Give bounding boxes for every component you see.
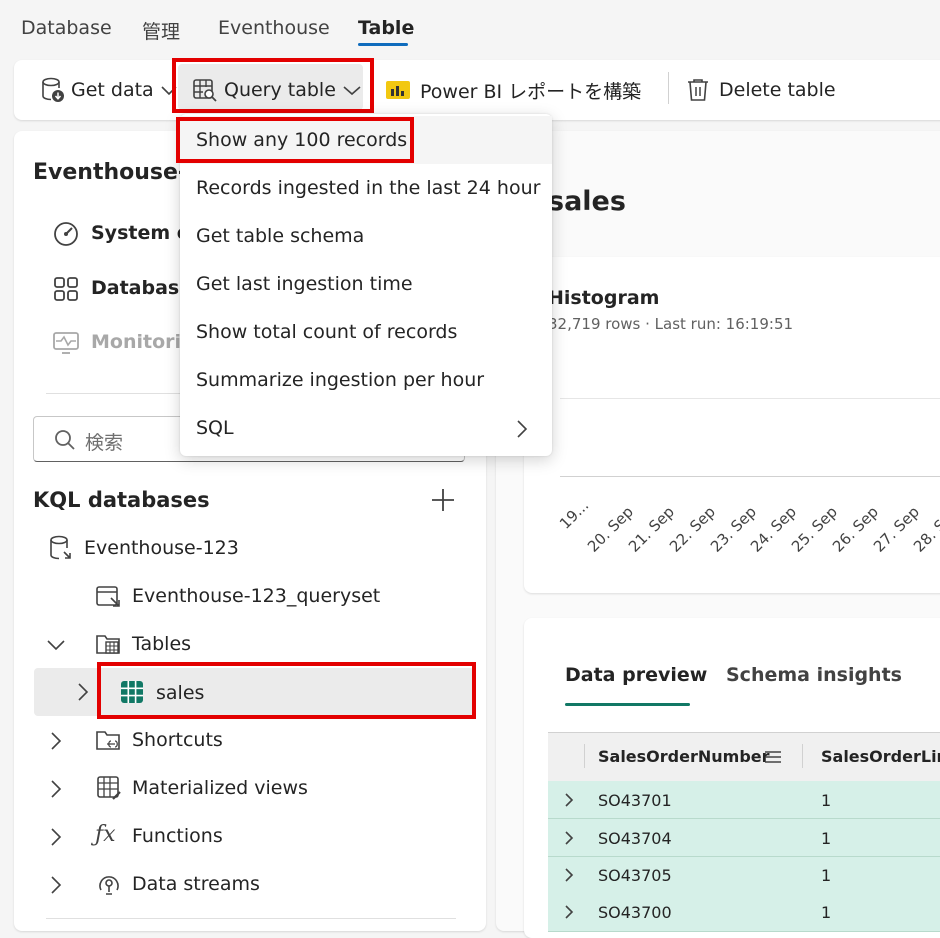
database-label: Eventhouse-123 bbox=[84, 537, 239, 559]
search-placeholder: 検索 bbox=[85, 432, 124, 454]
toolbar-divider bbox=[668, 72, 669, 104]
table-title: sales bbox=[548, 186, 626, 217]
chevron-right-icon[interactable] bbox=[562, 792, 576, 808]
menu-item-label: Get last ingestion time bbox=[196, 273, 413, 295]
histogram-gridline bbox=[560, 398, 940, 399]
tree-item-sales-selected[interactable] bbox=[34, 668, 474, 716]
cell-order-number: SO43705 bbox=[598, 866, 672, 885]
chevron-right-icon[interactable] bbox=[45, 730, 67, 752]
get-data-button[interactable]: Get data bbox=[40, 60, 178, 120]
tables-label: Tables bbox=[132, 633, 192, 655]
delete-table-button[interactable]: Delete table bbox=[685, 60, 836, 120]
top-nav: Database 管理 Eventhouse Table bbox=[0, 0, 940, 52]
data-streams-label: Data streams bbox=[132, 873, 260, 895]
trash-icon bbox=[688, 79, 708, 101]
menu-item-last-ingestion-time[interactable]: Get last ingestion time bbox=[180, 260, 552, 308]
cell-order-number: SO43701 bbox=[598, 791, 672, 810]
chevron-right-icon[interactable] bbox=[562, 867, 576, 883]
chevron-right-icon[interactable] bbox=[72, 681, 94, 703]
divider bbox=[46, 918, 456, 919]
cell-order-line: 1 bbox=[821, 791, 832, 810]
folder-link-icon bbox=[96, 731, 120, 750]
chevron-right-icon[interactable] bbox=[45, 874, 67, 896]
menu-item-records-last-24h[interactable]: Records ingested in the last 24 hour bbox=[180, 164, 552, 212]
tab-manage[interactable]: 管理 bbox=[142, 17, 180, 44]
column-header-sales-order-line[interactable]: SalesOrderLine bbox=[821, 747, 940, 766]
queryset-icon bbox=[96, 586, 120, 607]
data-preview-tab-indicator bbox=[565, 703, 690, 706]
sales-table-label: sales bbox=[156, 682, 205, 704]
tab-data-preview[interactable]: Data preview bbox=[565, 664, 707, 686]
tab-eventhouse[interactable]: Eventhouse bbox=[218, 17, 330, 39]
menu-item-total-count[interactable]: Show total count of records bbox=[180, 308, 552, 356]
table-search-icon bbox=[193, 79, 217, 102]
menu-item-label: Show any 100 records bbox=[196, 129, 408, 151]
query-table-menu: Show any 100 records Records ingested in… bbox=[180, 114, 552, 456]
data-stream-icon bbox=[99, 876, 119, 895]
active-tab-indicator bbox=[358, 43, 408, 46]
cell-order-line: 1 bbox=[821, 866, 832, 885]
menu-item-get-table-schema[interactable]: Get table schema bbox=[180, 212, 552, 260]
database-icon bbox=[50, 535, 71, 560]
chevron-down-icon[interactable] bbox=[45, 634, 67, 656]
tab-database[interactable]: Database bbox=[21, 17, 112, 39]
cell-order-number: SO43700 bbox=[598, 903, 672, 922]
chevron-down-icon bbox=[343, 86, 361, 96]
shortcuts-label: Shortcuts bbox=[132, 729, 223, 751]
query-table-button[interactable]: Query table bbox=[192, 60, 362, 120]
eventhouse-title: Eventhouse-1 bbox=[33, 160, 203, 185]
kql-databases-heading: KQL databases bbox=[33, 488, 210, 512]
tab-schema-insights[interactable]: Schema insights bbox=[726, 664, 902, 686]
menu-item-label: Summarize ingestion per hour bbox=[196, 369, 485, 391]
monitoring-label: Monitorir bbox=[91, 331, 191, 353]
cell-order-number: SO43704 bbox=[598, 829, 672, 848]
chevron-right-icon[interactable] bbox=[45, 778, 67, 800]
chevron-right-icon[interactable] bbox=[562, 904, 576, 920]
grid-header-divider bbox=[584, 744, 585, 768]
menu-item-show-100-records[interactable]: Show any 100 records bbox=[180, 116, 552, 164]
function-icon: ƒx bbox=[95, 822, 116, 847]
grid-icon bbox=[54, 277, 78, 301]
menu-item-label: SQL bbox=[196, 417, 234, 439]
power-bi-button[interactable]: Power BI レポートを構築 bbox=[384, 60, 641, 120]
queryset-label: Eventhouse-123_queryset bbox=[132, 585, 381, 607]
cell-order-line: 1 bbox=[821, 903, 832, 922]
column-header-sales-order-number[interactable]: SalesOrderNumber bbox=[598, 747, 770, 766]
add-icon[interactable] bbox=[430, 487, 456, 513]
histogram-title: Histogram bbox=[548, 287, 660, 309]
chevron-right-icon[interactable] bbox=[45, 826, 67, 848]
database-download-icon bbox=[42, 77, 64, 102]
power-bi-icon bbox=[386, 81, 410, 99]
menu-item-label: Show total count of records bbox=[196, 321, 458, 343]
menu-item-sql[interactable]: SQL bbox=[180, 404, 552, 452]
menu-item-label: Records ingested in the last 24 hour bbox=[196, 177, 541, 199]
tab-table[interactable]: Table bbox=[358, 17, 414, 39]
database-overview-label: Database bbox=[91, 277, 193, 299]
get-data-label: Get data bbox=[71, 79, 154, 101]
chevron-right-icon bbox=[517, 420, 528, 438]
menu-item-label: Get table schema bbox=[196, 225, 365, 247]
menu-item-summarize-ingestion[interactable]: Summarize ingestion per hour bbox=[180, 356, 552, 404]
histogram-meta: 32,719 rows · Last run: 16:19:51 bbox=[548, 315, 794, 333]
chevron-down-icon bbox=[161, 86, 177, 96]
materialized-views-label: Materialized views bbox=[132, 777, 308, 799]
gauge-icon bbox=[54, 222, 78, 246]
folder-table-icon bbox=[96, 635, 120, 654]
power-bi-label: Power BI レポートを構築 bbox=[420, 80, 642, 103]
chevron-right-icon[interactable] bbox=[562, 830, 576, 846]
query-table-label: Query table bbox=[224, 79, 336, 101]
delete-table-label: Delete table bbox=[719, 79, 836, 101]
monitor-pulse-icon bbox=[53, 332, 79, 354]
table-icon bbox=[121, 681, 143, 703]
cell-order-line: 1 bbox=[821, 829, 832, 848]
table-edit-icon bbox=[97, 776, 121, 800]
search-icon bbox=[55, 430, 75, 450]
column-menu-icon[interactable] bbox=[764, 750, 782, 764]
grid-header-divider bbox=[802, 744, 803, 768]
functions-label: Functions bbox=[132, 825, 223, 847]
histogram-x-axis bbox=[560, 476, 940, 477]
